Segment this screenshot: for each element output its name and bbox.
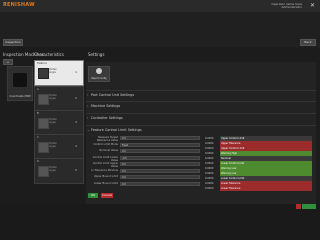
feature-swatch-icon xyxy=(38,118,49,129)
accordion-label: Machine Settings xyxy=(91,104,121,108)
card-lines: Vertex Angle xyxy=(49,166,57,172)
form-field[interactable]: 0.5 xyxy=(120,162,200,166)
header-bar: Inspection Back xyxy=(0,12,320,47)
machine-label: Coordinate CMM xyxy=(9,95,31,98)
accordion-controller[interactable]: › Controller Settings xyxy=(86,113,316,122)
accordion-label: Feature Control Limit Settings xyxy=(91,128,142,132)
app-logo: RENISHAW xyxy=(3,2,35,8)
accordion-feature-control[interactable]: ⌄ Feature Control Limit Settings xyxy=(86,125,316,134)
chevron-down-icon: ⌄ xyxy=(87,128,90,132)
form-field[interactable]: 0.0 xyxy=(120,136,200,140)
card-line2: Angle xyxy=(49,71,56,74)
form-label: In Tolerance Window xyxy=(91,168,118,172)
card-lines: Vertex Angle xyxy=(49,142,57,148)
form-label: Upper Bound Limit xyxy=(93,175,118,178)
form-field[interactable]: Fixed xyxy=(120,142,200,147)
card-number: 2 xyxy=(75,96,77,100)
form-field[interactable]: 0.0 xyxy=(120,181,200,186)
user-role: Administrator xyxy=(281,5,302,9)
card-header: Feature xyxy=(37,62,47,65)
form-field[interactable]: 0.0 xyxy=(120,149,200,153)
feature-swatch-icon xyxy=(38,68,49,79)
form-label: Control Limit Mode xyxy=(93,142,118,146)
gear-icon xyxy=(96,68,102,74)
form-label: Nominal Value xyxy=(99,149,118,152)
form-label: Control Limit Upper Value xyxy=(92,162,118,168)
back-button[interactable]: Back xyxy=(300,39,316,46)
form-label: Measure Target Reference Value xyxy=(96,136,118,142)
characteristic-card[interactable]: D Vertex Angle 5 xyxy=(34,158,84,184)
card-lines: Vertex Angle xyxy=(49,94,57,100)
form-field[interactable]: -0.5 xyxy=(120,155,200,160)
report-config-button[interactable]: Report Config xyxy=(88,66,110,82)
accordion-part-control[interactable]: › Part Control Unit Settings xyxy=(86,90,316,99)
inspection-button[interactable]: Inspection xyxy=(3,39,23,46)
card-lines: Vertex Angle xyxy=(49,118,57,124)
card-header: B xyxy=(37,112,39,115)
cmm-machine-icon xyxy=(13,73,27,87)
characteristic-card[interactable]: Feature Vertex Angle 1 xyxy=(34,60,84,86)
card-number: 3 xyxy=(75,120,77,124)
result-key: 0.0000 xyxy=(205,187,214,190)
accordion-machine[interactable]: › Machine Settings xyxy=(86,101,316,110)
chevron-right-icon: › xyxy=(87,93,89,97)
card-header: C xyxy=(37,136,39,139)
add-machine-button[interactable]: + xyxy=(3,59,13,65)
card-header: A xyxy=(37,88,39,91)
chevron-right-icon: › xyxy=(87,104,89,108)
form-label: Control Limit Lower Value xyxy=(92,155,118,162)
card-line2: Angle xyxy=(49,169,56,172)
card-number: 5 xyxy=(75,168,77,172)
close-icon[interactable]: ✕ xyxy=(309,2,316,9)
card-header: D xyxy=(37,160,39,163)
bottom-bar xyxy=(0,204,320,240)
report-config-label: Report Config xyxy=(91,77,107,80)
characteristic-card[interactable]: C Vertex Angle 4 xyxy=(34,134,84,160)
card-line2: Angle xyxy=(49,145,56,148)
card-number: 1 xyxy=(75,70,77,74)
card-line2: Angle xyxy=(49,121,56,124)
card-lines: Vertex Angle xyxy=(49,68,57,74)
card-number: 4 xyxy=(75,144,77,148)
machine-card[interactable]: Coordinate CMM xyxy=(7,66,33,101)
cancel-button[interactable]: Cancel xyxy=(101,193,113,198)
form-field[interactable]: 0.0 xyxy=(120,175,200,179)
feature-swatch-icon xyxy=(38,142,49,153)
characteristic-card[interactable]: A Vertex Angle 2 xyxy=(34,86,84,112)
accordion-label: Controller Settings xyxy=(91,116,123,120)
status-green-indicator xyxy=(302,204,316,209)
card-line2: Angle xyxy=(49,97,56,100)
status-red-indicator xyxy=(296,204,301,209)
ok-button[interactable]: OK xyxy=(88,193,98,198)
settings-title: Settings xyxy=(88,52,105,57)
feature-swatch-icon xyxy=(38,166,49,177)
characteristics-title: Characteristics xyxy=(34,52,64,57)
form-field[interactable]: 0.0 xyxy=(120,168,200,173)
form-label: Lower Bound Limit xyxy=(93,181,118,185)
result-value: Lower Tolerance xyxy=(220,186,312,191)
accordion-label: Part Control Unit Settings xyxy=(91,93,134,97)
user-info: Operator name here Administrator xyxy=(271,3,302,9)
result-row: 0.0000 Lower Tolerance xyxy=(204,186,312,191)
chevron-right-icon: › xyxy=(87,116,89,120)
feature-swatch-icon xyxy=(38,94,49,105)
characteristic-card[interactable]: B Vertex Angle 3 xyxy=(34,110,84,136)
